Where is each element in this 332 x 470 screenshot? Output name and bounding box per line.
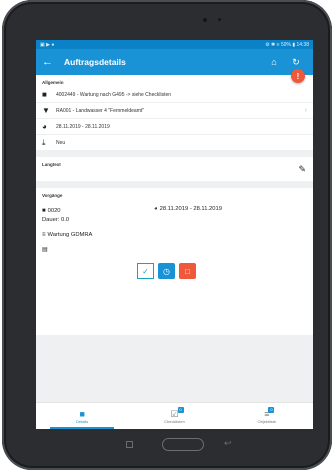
list-icon: ≡ 0: [264, 406, 275, 419]
chevron-right-icon: ›: [304, 107, 307, 114]
general-title: Allgemein: [42, 80, 64, 85]
camera-dot: [203, 18, 207, 22]
status-bar: ▣ ▶ ● ⚙ ✱ ≡ 59% ▮ 14:38: [36, 40, 313, 49]
status-left-icons: ▣ ▶ ●: [40, 41, 55, 48]
nav-details-label: Details: [76, 418, 89, 424]
description-text: Wartung GDMRA: [47, 232, 93, 238]
app-bar: ← Auftragsdetails ⌂ ↻ !: [36, 49, 313, 83]
home-icon[interactable]: ⌂: [263, 57, 285, 67]
status-right-info: ⚙ ✱ ≡ 59% ▮ 14:38: [265, 41, 309, 48]
duration-text: Dauer: 0.0: [42, 217, 70, 223]
document-icon: ▤: [42, 246, 48, 253]
operation-time: ◕ 28.11.2019 - 28.11.2019: [154, 206, 222, 212]
confirm-button[interactable]: ✓: [137, 263, 154, 279]
briefcase-icon: ■: [42, 207, 46, 214]
sensor-dot: [218, 18, 221, 21]
content-area: Allgemein ■ 4002449 - Wartung nach G495 …: [36, 75, 313, 403]
app-screen: ▣ ▶ ● ⚙ ✱ ≡ 59% ▮ 14:38 ← Auftragsdetail…: [36, 40, 313, 429]
nav-checklists[interactable]: ☑ 0 Checklisten: [128, 403, 220, 429]
nav-objects[interactable]: ≡ 0 Objektliste: [221, 403, 313, 429]
sync-icon[interactable]: ↻: [285, 57, 307, 68]
duration-row: Dauer: 0.0: [36, 215, 313, 225]
page-title: Auftragsdetails: [64, 57, 126, 67]
date-row: ◕ 28.11.2019 - 28.11.2019: [36, 119, 313, 135]
location-pin-icon: ▼: [42, 106, 50, 115]
nav-details[interactable]: ■ Details: [36, 403, 128, 429]
clock-icon: ◕: [42, 122, 47, 131]
order-row: ■ 4002449 - Wartung nach G495 -> siehe C…: [36, 87, 313, 103]
home-hardware-button[interactable]: [162, 438, 204, 451]
nav-checklists-label: Checklisten: [164, 418, 185, 424]
status-text: Neu: [56, 139, 66, 146]
active-indicator: [50, 427, 115, 429]
briefcase-icon: ■: [79, 408, 85, 419]
download-icon: ⤓: [42, 137, 46, 147]
briefcase-icon: ■: [42, 90, 47, 99]
time-button[interactable]: ◷: [158, 263, 175, 279]
back-arrow-icon[interactable]: ←: [42, 56, 56, 68]
checklist-badge: 0: [177, 406, 184, 413]
objects-badge: 0: [268, 406, 275, 413]
general-card: Allgemein ■ 4002449 - Wartung nach G495 …: [36, 75, 313, 150]
operations-title: Vorgänge: [42, 193, 63, 198]
delete-button[interactable]: □: [179, 263, 196, 279]
checklist-icon: ☑ 0: [170, 406, 184, 419]
text-lines-icon: ≡: [42, 232, 46, 238]
location-text: RA001 - Landwasser 4 "Fernmeldeamt": [56, 107, 145, 114]
operations-card: Vorgänge ■ 0020 ◕ 28.11.2019 - 28.11.201…: [36, 188, 313, 335]
operation-time-text: 28.11.2019 - 28.11.2019: [159, 206, 222, 212]
longtext-title: Langtext: [42, 162, 61, 167]
operation-actions: ✓ ◷ □: [137, 263, 313, 279]
description-row: ≡ Wartung GDMRA: [36, 229, 313, 241]
tablet-frame: ▣ ▶ ● ⚙ ✱ ≡ 59% ▮ 14:38 ← Auftragsdetail…: [2, 0, 332, 470]
clock-icon: ◕: [154, 206, 158, 212]
document-row: ▤: [36, 243, 313, 255]
back-hardware-button[interactable]: ↩: [224, 438, 232, 449]
pencil-icon[interactable]: ✎: [298, 164, 306, 175]
nav-objects-label: Objektliste: [257, 418, 277, 424]
longtext-card: Langtext ✎: [36, 157, 313, 181]
status-row: ⤓ Neu: [36, 135, 313, 150]
date-text: 28.11.2019 - 28.11.2019: [56, 123, 110, 130]
order-text: 4002449 - Wartung nach G495 -> siehe Che…: [56, 91, 172, 98]
recent-apps-button[interactable]: [126, 441, 133, 448]
bottom-nav: ■ Details ☑ 0 Checklisten ≡ 0 Objektlist…: [36, 402, 313, 429]
location-row[interactable]: ▼ RA001 - Landwasser 4 "Fernmeldeamt" ›: [36, 103, 313, 119]
alert-button[interactable]: !: [291, 69, 305, 83]
operation-header: ■ 0020 ◕ 28.11.2019 - 28.11.2019: [36, 206, 313, 215]
operation-number: 0020: [47, 207, 61, 214]
